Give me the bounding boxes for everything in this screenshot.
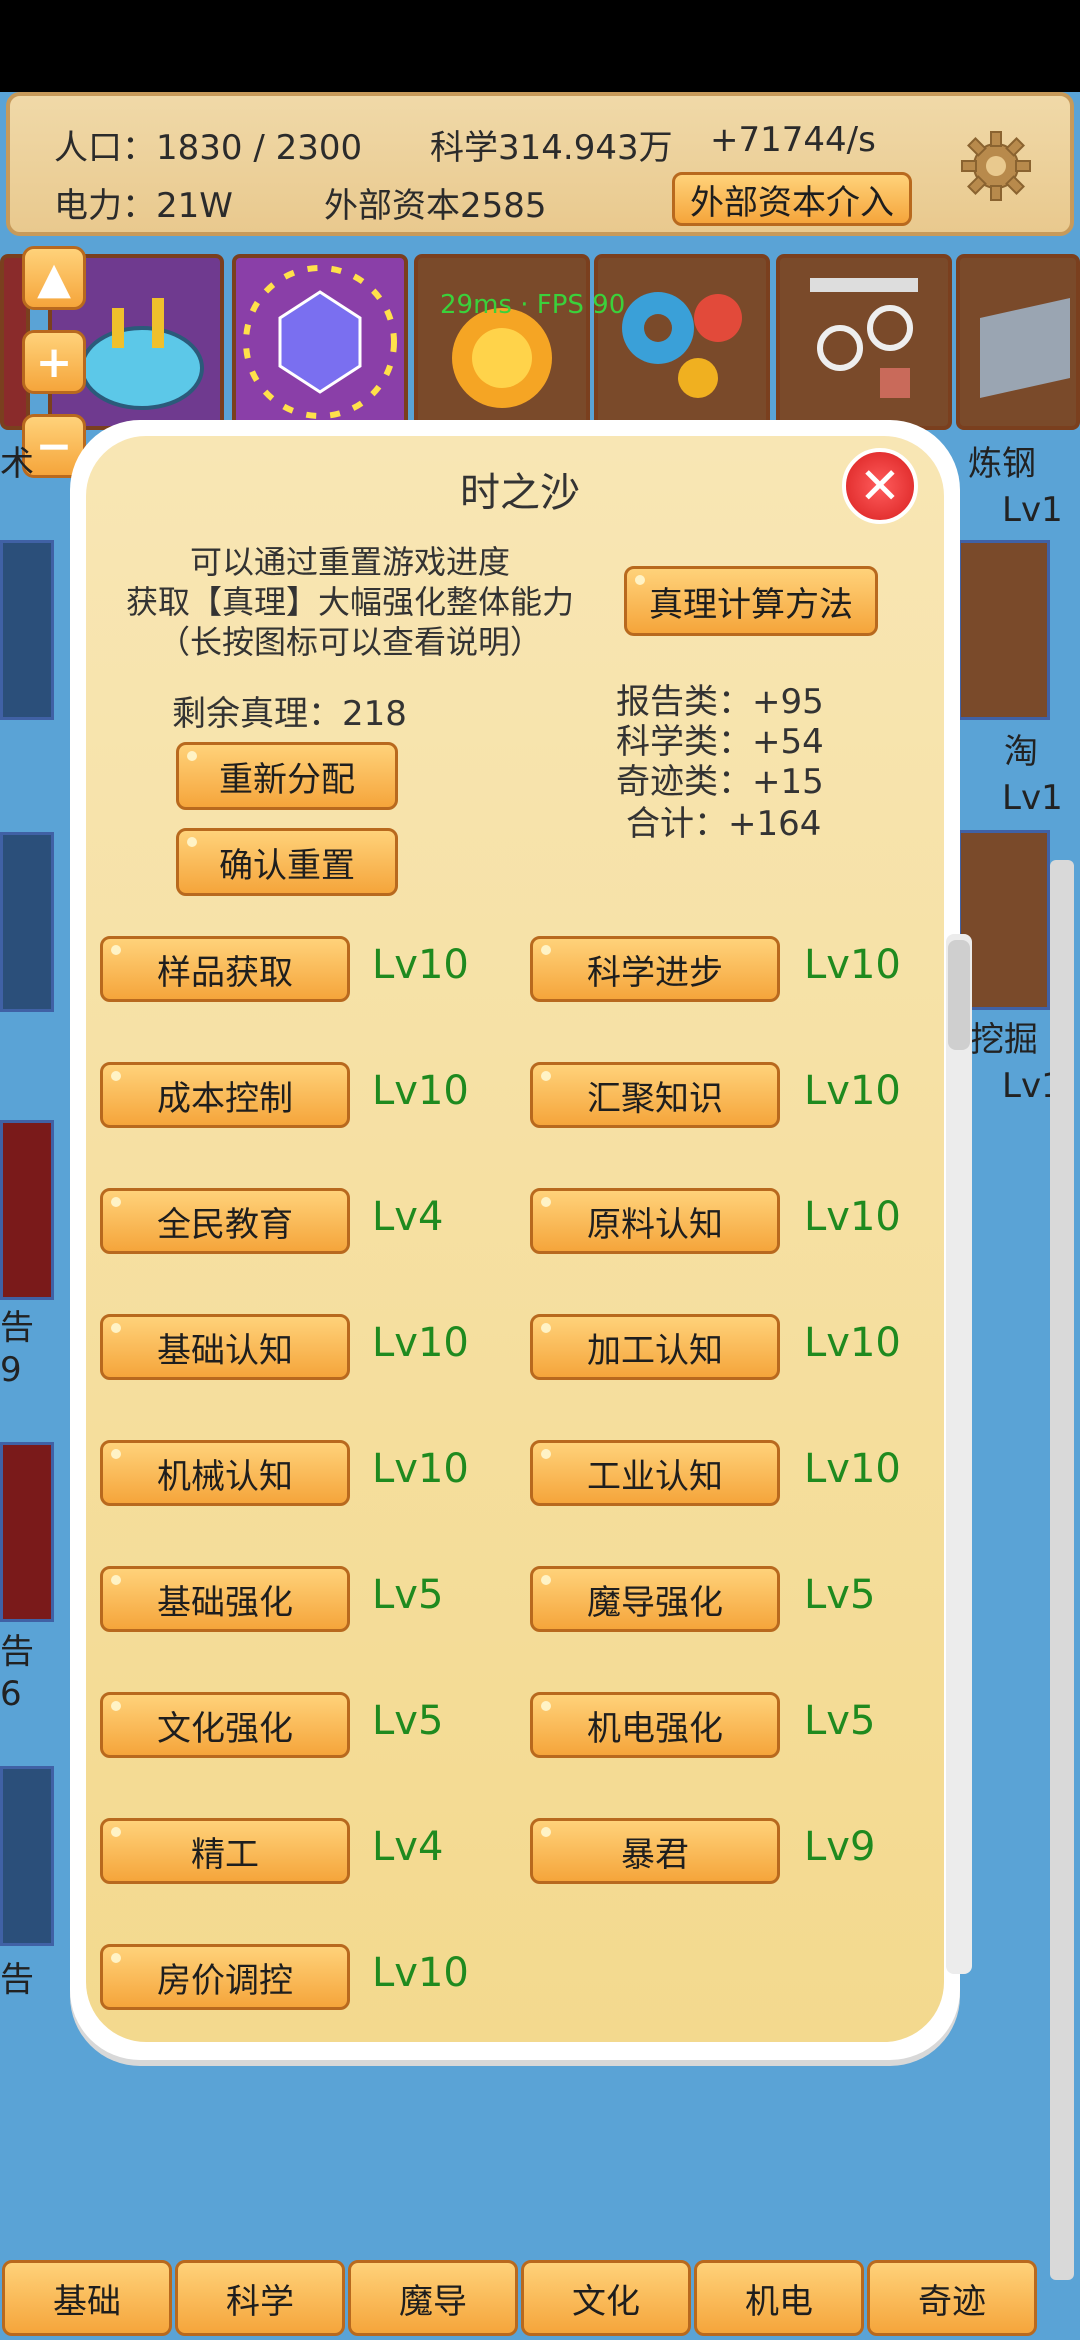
skill-button[interactable]: 汇聚知识 [530, 1062, 780, 1128]
tab-item[interactable]: 科学 [175, 2260, 345, 2336]
skill-button[interactable]: 机械认知 [100, 1440, 350, 1506]
dialog-scroll-thumb[interactable] [948, 940, 970, 1050]
skill-level: Lv9 [804, 1824, 876, 1870]
main-scrollbar[interactable] [1050, 860, 1074, 2280]
bg-label: 告 [0, 1632, 34, 1672]
bottom-tab-bar: 基础 科学 魔导 文化 机电 奇迹 [0, 2260, 1080, 2340]
bg-tile [0, 832, 54, 1012]
skill-level: Lv10 [804, 1446, 901, 1492]
tab-item[interactable]: 魔导 [348, 2260, 518, 2336]
skill-button[interactable]: 房价调控 [100, 1944, 350, 2010]
dialog-scrollbar[interactable] [946, 934, 972, 1974]
skill-button[interactable]: 原料认知 [530, 1188, 780, 1254]
power-stat: 电力：21W [54, 186, 233, 226]
building-tile[interactable] [776, 254, 952, 430]
desc-line: 可以通过重置游戏进度 [189, 543, 510, 581]
bg-label: 淘 [1004, 732, 1038, 772]
total-bonus: 合计：+164 [626, 804, 822, 844]
building-tile[interactable] [594, 254, 770, 430]
skill-level: Lv10 [804, 942, 901, 988]
steel-beam-icon [980, 298, 1070, 398]
redistribute-button[interactable]: 重新分配 [176, 742, 398, 810]
gears-icon [622, 292, 742, 398]
capital-stat: 外部资本2585 [324, 186, 547, 226]
building-tile[interactable] [232, 254, 408, 430]
skill-level: Lv5 [372, 1572, 444, 1618]
bg-label: 9 [0, 1350, 22, 1390]
crystal-icon [243, 265, 397, 419]
skill-level: Lv10 [804, 1068, 901, 1114]
status-bar [0, 0, 1080, 92]
skill-button[interactable]: 精工 [100, 1818, 350, 1884]
skill-button[interactable]: 机电强化 [530, 1692, 780, 1758]
bg-tile [0, 1120, 54, 1300]
skill-button[interactable]: 暴君 [530, 1818, 780, 1884]
skill-button[interactable]: 基础认知 [100, 1314, 350, 1380]
skill-level: Lv10 [372, 1320, 469, 1366]
skill-button[interactable]: 成本控制 [100, 1062, 350, 1128]
population-stat: 人口：1830 / 2300 [54, 128, 363, 168]
dialog-description: 可以通过重置游戏进度 获取【真理】大幅强化整体能力 （长按图标可以查看说明） [110, 542, 590, 662]
skill-button[interactable]: 工业认知 [530, 1440, 780, 1506]
building-tile[interactable] [414, 254, 590, 430]
skill-level: Lv4 [372, 1824, 444, 1870]
zoom-in-button[interactable]: + [22, 330, 86, 394]
building-tile[interactable] [956, 254, 1080, 430]
skill-button[interactable]: 加工认知 [530, 1314, 780, 1380]
skill-level: Lv10 [372, 1068, 469, 1114]
bg-label: Lv1 [1002, 778, 1063, 818]
skill-level: Lv10 [372, 1950, 469, 1996]
truth-calc-button[interactable]: 真理计算方法 [624, 566, 878, 636]
bg-label: 告 [0, 1308, 34, 1348]
bg-label: 6 [0, 1674, 22, 1714]
scroll-up-button[interactable]: ▲ [22, 246, 86, 310]
skill-level: Lv5 [804, 1698, 876, 1744]
resource-bar: 人口：1830 / 2300 科学314.943万 +71744/s 电力：21… [6, 92, 1074, 236]
skill-level: Lv5 [804, 1572, 876, 1618]
bg-tile [0, 1442, 54, 1622]
bg-label: 告 [0, 1960, 34, 2000]
building-icon-row [0, 254, 1080, 434]
skill-button[interactable]: 样品获取 [100, 936, 350, 1002]
external-capital-button[interactable]: 外部资本介入 [672, 172, 912, 226]
tab-item[interactable]: 机电 [694, 2260, 864, 2336]
desc-line: 获取【真理】大幅强化整体能力 [125, 583, 574, 621]
skill-level: Lv4 [372, 1194, 444, 1240]
skill-level: Lv10 [804, 1194, 901, 1240]
bg-tile [0, 540, 54, 720]
skill-button[interactable]: 文化强化 [100, 1692, 350, 1758]
confirm-reset-button[interactable]: 确认重置 [176, 828, 398, 896]
tab-item[interactable]: 文化 [521, 2260, 691, 2336]
fps-overlay: 29ms · FPS 90 [440, 290, 626, 320]
skill-level: Lv10 [372, 1446, 469, 1492]
science-stat: 科学314.943万 [430, 128, 673, 168]
tab-item[interactable]: 奇迹 [867, 2260, 1037, 2336]
bg-tile [958, 540, 1050, 720]
bg-label: 挖掘 [970, 1020, 1038, 1060]
remaining-truth: 剩余真理：218 [172, 694, 407, 734]
gear-icon[interactable] [960, 130, 1032, 202]
close-button[interactable]: ✕ [842, 448, 918, 524]
tab-item[interactable]: 基础 [2, 2260, 172, 2336]
skill-button[interactable]: 全民教育 [100, 1188, 350, 1254]
bg-tile [0, 1766, 54, 1946]
desc-line: （长按图标可以查看说明） [157, 623, 542, 661]
skill-button[interactable]: 科学进步 [530, 936, 780, 1002]
skill-level: Lv10 [804, 1320, 901, 1366]
pulley-icon [810, 278, 918, 398]
skill-level: Lv5 [372, 1698, 444, 1744]
skill-button[interactable]: 魔导强化 [530, 1566, 780, 1632]
skill-level: Lv10 [372, 942, 469, 988]
fire-orb-icon [452, 308, 552, 408]
science-rate: +71744/s [710, 120, 876, 160]
skill-button[interactable]: 基础强化 [100, 1566, 350, 1632]
